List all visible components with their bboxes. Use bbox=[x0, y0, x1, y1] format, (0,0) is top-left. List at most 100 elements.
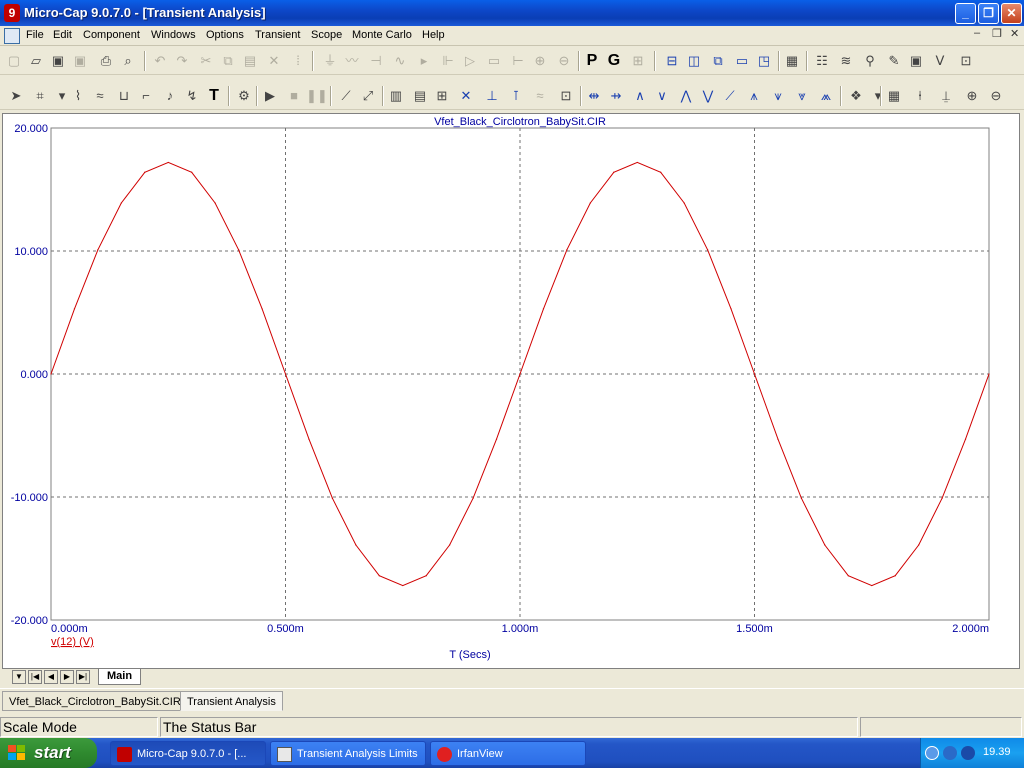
tag-horizontal-icon[interactable]: ⍿ bbox=[910, 86, 930, 106]
capacitor-icon[interactable]: ⊣ bbox=[366, 51, 386, 71]
cursor-left-icon[interactable]: ⇹ bbox=[584, 86, 604, 106]
select-arrow-icon[interactable]: ➤ bbox=[6, 86, 26, 106]
high-cursor-icon[interactable]: ⋀ bbox=[676, 86, 696, 106]
tab-prev-icon[interactable]: ◀ bbox=[44, 670, 58, 684]
save-icon[interactable]: ▣ bbox=[48, 51, 68, 71]
line-icon[interactable]: ⟋ bbox=[336, 86, 356, 106]
transient-plot[interactable]: Vfet_Black_Circlotron_BabySit.CIR -20.00… bbox=[3, 114, 1019, 668]
print-icon[interactable]: ⎙ bbox=[96, 51, 116, 71]
pause-icon[interactable]: ❚❚ bbox=[306, 86, 328, 106]
cut-icon[interactable]: ✂ bbox=[196, 51, 216, 71]
fc-icon[interactable]: ↯ bbox=[182, 86, 202, 106]
inflection-icon[interactable]: ⟋ bbox=[720, 86, 740, 106]
cursor-right-icon[interactable]: ⇸ bbox=[606, 86, 626, 106]
image-icon[interactable]: ▣ bbox=[906, 51, 926, 71]
component-mode-icon[interactable]: ⌗ bbox=[30, 86, 50, 106]
probe-icon[interactable]: ⚲ bbox=[860, 51, 880, 71]
menu-help[interactable]: Help bbox=[422, 29, 445, 41]
opamp-icon[interactable]: ▷ bbox=[460, 51, 480, 71]
color-icon[interactable]: ❖ bbox=[846, 86, 866, 106]
global-high-icon[interactable]: ⩚ bbox=[744, 86, 764, 106]
global-low-icon[interactable]: ⩛ bbox=[768, 86, 788, 106]
trace-icon[interactable]: ≈ bbox=[90, 86, 110, 106]
copy-icon[interactable]: ⧉ bbox=[218, 51, 238, 71]
diode-icon[interactable]: ▸ bbox=[414, 51, 434, 71]
bottom-icon[interactable]: ⩕ bbox=[816, 86, 836, 106]
window-icon[interactable]: ▭ bbox=[732, 51, 752, 71]
tab-first-icon[interactable]: |◀ bbox=[28, 670, 42, 684]
plot-window[interactable]: Vfet_Black_Circlotron_BabySit.CIR -20.00… bbox=[2, 113, 1020, 669]
p-button[interactable]: P bbox=[582, 51, 602, 71]
mdi-close-button[interactable]: ✕ bbox=[1010, 27, 1019, 40]
line-marker-icon[interactable]: ⤢ bbox=[358, 86, 378, 106]
component-list-icon[interactable]: ☷ bbox=[812, 51, 832, 71]
network-icon[interactable] bbox=[943, 746, 957, 760]
task-irfanview[interactable]: IrfanView bbox=[430, 741, 586, 766]
save-all-icon[interactable]: ▣ bbox=[70, 51, 90, 71]
resistor-icon[interactable]: 〰 bbox=[342, 51, 362, 71]
menu-options[interactable]: Options bbox=[206, 29, 244, 41]
tile-horizontal-icon[interactable]: ⊟ bbox=[662, 51, 682, 71]
scale-icon[interactable]: ⊡ bbox=[556, 86, 576, 106]
top-icon[interactable]: ⩔ bbox=[792, 86, 812, 106]
node-icon[interactable]: ⌐ bbox=[136, 86, 156, 106]
task-microcap[interactable]: Micro-Cap 9.0.7.0 - [... bbox=[110, 741, 266, 766]
high-icon[interactable]: ⊺ bbox=[506, 86, 526, 106]
bluetooth-icon[interactable] bbox=[961, 746, 975, 760]
new-icon[interactable]: ▢ bbox=[4, 51, 24, 71]
paste-icon[interactable]: ▤ bbox=[240, 51, 260, 71]
menu-monte-carlo[interactable]: Monte Carlo bbox=[352, 29, 412, 41]
tile-vertical-icon[interactable]: ◫ bbox=[684, 51, 704, 71]
transistor-icon[interactable]: ⊩ bbox=[438, 51, 458, 71]
vd-icon[interactable]: Ⅴ bbox=[930, 51, 950, 71]
tab-transient-analysis[interactable]: Transient Analysis bbox=[180, 691, 283, 711]
battery-icon[interactable]: ⊢ bbox=[508, 51, 528, 71]
tab-dropdown-icon[interactable]: ▼ bbox=[12, 670, 26, 684]
info-icon[interactable]: ♪ bbox=[160, 86, 180, 106]
peak-cursor-icon[interactable]: ∧ bbox=[630, 86, 650, 106]
source-icon[interactable]: ⊕ bbox=[530, 51, 550, 71]
wire-icon[interactable]: ⌇ bbox=[68, 86, 88, 106]
menu-transient[interactable]: Transient bbox=[255, 29, 300, 41]
waveform-icon[interactable]: ≋ bbox=[836, 51, 856, 71]
menu-edit[interactable]: Edit bbox=[53, 29, 72, 41]
valley-icon[interactable]: ⊥ bbox=[482, 86, 502, 106]
delete-icon[interactable]: ✕ bbox=[264, 51, 284, 71]
app-icon[interactable]: 9 bbox=[4, 4, 20, 22]
menu-scope[interactable]: Scope bbox=[311, 29, 342, 41]
analysis-icon[interactable]: ⊡ bbox=[956, 51, 976, 71]
close-button[interactable]: ✕ bbox=[1001, 3, 1022, 24]
mdi-minimize-button[interactable]: – bbox=[974, 27, 980, 39]
bus-icon[interactable]: ⊔ bbox=[114, 86, 134, 106]
data-points-icon[interactable]: ▥ bbox=[386, 86, 406, 106]
mdi-restore-button[interactable]: ❐ bbox=[992, 27, 1002, 40]
ground-icon[interactable]: ⏚ bbox=[320, 51, 340, 71]
calculator-icon[interactable]: ▦ bbox=[782, 51, 802, 71]
low-cursor-icon[interactable]: ⋁ bbox=[698, 86, 718, 106]
minimize-button[interactable]: _ bbox=[955, 3, 976, 24]
valley-cursor-icon[interactable]: ∨ bbox=[652, 86, 672, 106]
zoom-out-icon[interactable]: ⊖ bbox=[986, 86, 1006, 106]
start-button[interactable]: start bbox=[0, 738, 97, 768]
undo-icon[interactable]: ↶ bbox=[150, 51, 170, 71]
print-preview-icon[interactable]: ⌕ bbox=[118, 51, 138, 71]
select-all-icon[interactable]: ⁞ bbox=[288, 51, 308, 71]
redo-icon[interactable]: ↷ bbox=[172, 51, 192, 71]
cascade-icon[interactable]: ⧉ bbox=[708, 51, 728, 71]
tab-next-icon[interactable]: ▶ bbox=[60, 670, 74, 684]
open-icon[interactable]: ▱ bbox=[26, 51, 46, 71]
window-split-icon[interactable]: ◳ bbox=[754, 51, 774, 71]
properties-icon[interactable]: ⚙ bbox=[234, 86, 254, 106]
low-icon[interactable]: ≈ bbox=[530, 86, 550, 106]
menu-component[interactable]: Component bbox=[83, 29, 140, 41]
switch-icon[interactable]: ▭ bbox=[484, 51, 504, 71]
inductor-icon[interactable]: ∿ bbox=[390, 51, 410, 71]
tag-vertical-icon[interactable]: ⍊ bbox=[936, 86, 956, 106]
g-button[interactable]: G bbox=[604, 51, 624, 71]
tab-last-icon[interactable]: ▶| bbox=[76, 670, 90, 684]
menu-file[interactable]: File bbox=[26, 29, 44, 41]
tab-main[interactable]: Main bbox=[98, 669, 142, 685]
peak-icon[interactable]: ✕ bbox=[456, 86, 476, 106]
trace-label[interactable]: v(12) (V) bbox=[51, 636, 94, 648]
restore-button[interactable]: ❐ bbox=[978, 3, 999, 24]
